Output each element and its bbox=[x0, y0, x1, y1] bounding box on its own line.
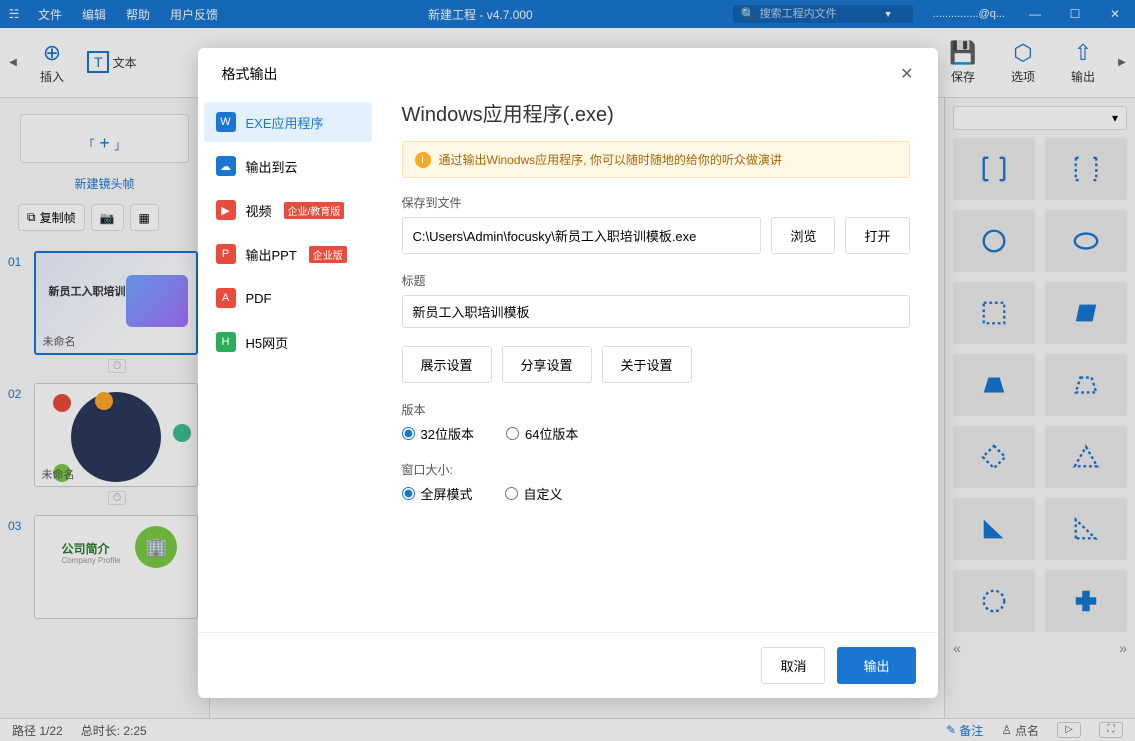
sidebar-item-label: 视频 bbox=[246, 201, 272, 220]
window-size-label: 窗口大小: bbox=[402, 461, 910, 478]
radio-fullscreen[interactable]: 全屏模式 bbox=[402, 484, 473, 503]
sidebar-item-label: 输出到云 bbox=[246, 157, 298, 176]
sidebar-item-exe[interactable]: W EXE应用程序 bbox=[204, 102, 372, 142]
cancel-button[interactable]: 取消 bbox=[761, 647, 825, 684]
radio-64bit[interactable]: 64位版本 bbox=[506, 424, 578, 443]
radio-label: 全屏模式 bbox=[421, 484, 473, 503]
save-path-label: 保存到文件 bbox=[402, 194, 910, 211]
modal-close-button[interactable]: ✕ bbox=[900, 64, 913, 84]
modal-overlay: 格式输出 ✕ W EXE应用程序 ☁ 输出到云 ▶ 视频 企业/教育版 bbox=[0, 0, 1135, 741]
modal-title: 格式输出 bbox=[222, 64, 278, 84]
version-label: 版本 bbox=[402, 401, 910, 418]
sidebar-item-cloud[interactable]: ☁ 输出到云 bbox=[204, 146, 372, 186]
video-icon: ▶ bbox=[216, 200, 236, 220]
radio-label: 自定义 bbox=[524, 484, 563, 503]
browse-button[interactable]: 浏览 bbox=[771, 217, 835, 254]
sidebar-item-label: EXE应用程序 bbox=[246, 113, 324, 132]
exe-icon: W bbox=[216, 112, 236, 132]
open-button[interactable]: 打开 bbox=[845, 217, 909, 254]
sidebar-item-label: H5网页 bbox=[246, 333, 289, 352]
save-path-input[interactable] bbox=[402, 217, 762, 254]
radio-custom[interactable]: 自定义 bbox=[505, 484, 563, 503]
about-settings-button[interactable]: 关于设置 bbox=[602, 346, 692, 383]
sidebar-item-pdf[interactable]: A PDF bbox=[204, 278, 372, 318]
share-settings-button[interactable]: 分享设置 bbox=[502, 346, 592, 383]
sidebar-item-tag: 企业/教育版 bbox=[284, 202, 345, 219]
modal-content: Windows应用程序(.exe) i 通过输出Winodws应用程序, 你可以… bbox=[378, 94, 938, 632]
modal-sidebar: W EXE应用程序 ☁ 输出到云 ▶ 视频 企业/教育版 P 输出PPT 企业版 bbox=[198, 94, 378, 632]
title-field-label: 标题 bbox=[402, 272, 910, 289]
sidebar-item-ppt[interactable]: P 输出PPT 企业版 bbox=[204, 234, 372, 274]
cloud-icon: ☁ bbox=[216, 156, 236, 176]
export-modal: 格式输出 ✕ W EXE应用程序 ☁ 输出到云 ▶ 视频 企业/教育版 bbox=[198, 48, 938, 698]
export-button[interactable]: 输出 bbox=[837, 647, 915, 684]
info-text: 通过输出Winodws应用程序, 你可以随时随地的给你的听众做演讲 bbox=[439, 151, 782, 168]
pdf-icon: A bbox=[216, 288, 236, 308]
display-settings-button[interactable]: 展示设置 bbox=[402, 346, 492, 383]
radio-label: 32位版本 bbox=[421, 424, 474, 443]
content-title: Windows应用程序(.exe) bbox=[402, 98, 910, 127]
sidebar-item-video[interactable]: ▶ 视频 企业/教育版 bbox=[204, 190, 372, 230]
h5-icon: H bbox=[216, 332, 236, 352]
sidebar-item-tag: 企业版 bbox=[309, 246, 347, 263]
ppt-icon: P bbox=[216, 244, 236, 264]
sidebar-item-label: 输出PPT bbox=[246, 245, 297, 264]
info-banner: i 通过输出Winodws应用程序, 你可以随时随地的给你的听众做演讲 bbox=[402, 141, 910, 178]
radio-label: 64位版本 bbox=[525, 424, 578, 443]
radio-32bit[interactable]: 32位版本 bbox=[402, 424, 474, 443]
sidebar-item-h5[interactable]: H H5网页 bbox=[204, 322, 372, 362]
sidebar-item-label: PDF bbox=[246, 291, 272, 306]
title-input[interactable] bbox=[402, 295, 910, 328]
info-icon: i bbox=[415, 152, 431, 168]
